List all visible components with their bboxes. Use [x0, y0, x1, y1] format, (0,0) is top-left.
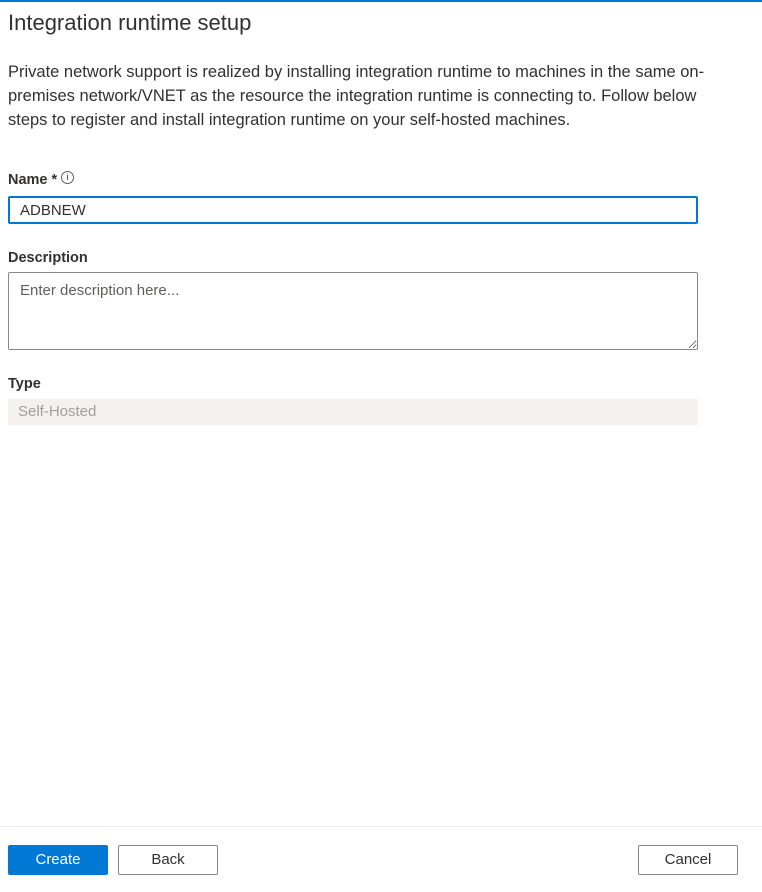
footer-divider	[0, 826, 762, 827]
type-label: Type	[8, 376, 41, 392]
description-input[interactable]	[8, 272, 698, 350]
intro-description: Private network support is realized by i…	[8, 63, 705, 129]
back-button[interactable]: Back	[118, 845, 218, 875]
name-input[interactable]	[8, 196, 698, 224]
cancel-button[interactable]: Cancel	[638, 845, 738, 875]
type-field: Self-Hosted	[8, 399, 698, 425]
name-label-text: Name *	[8, 172, 58, 188]
info-icon[interactable]: i	[61, 171, 75, 184]
top-accent-bar	[0, 0, 762, 2]
create-button[interactable]: Create	[8, 845, 108, 875]
page-title: Integration runtime setup	[8, 10, 252, 35]
description-label: Description	[8, 250, 88, 266]
name-label: Name * i	[8, 171, 75, 188]
